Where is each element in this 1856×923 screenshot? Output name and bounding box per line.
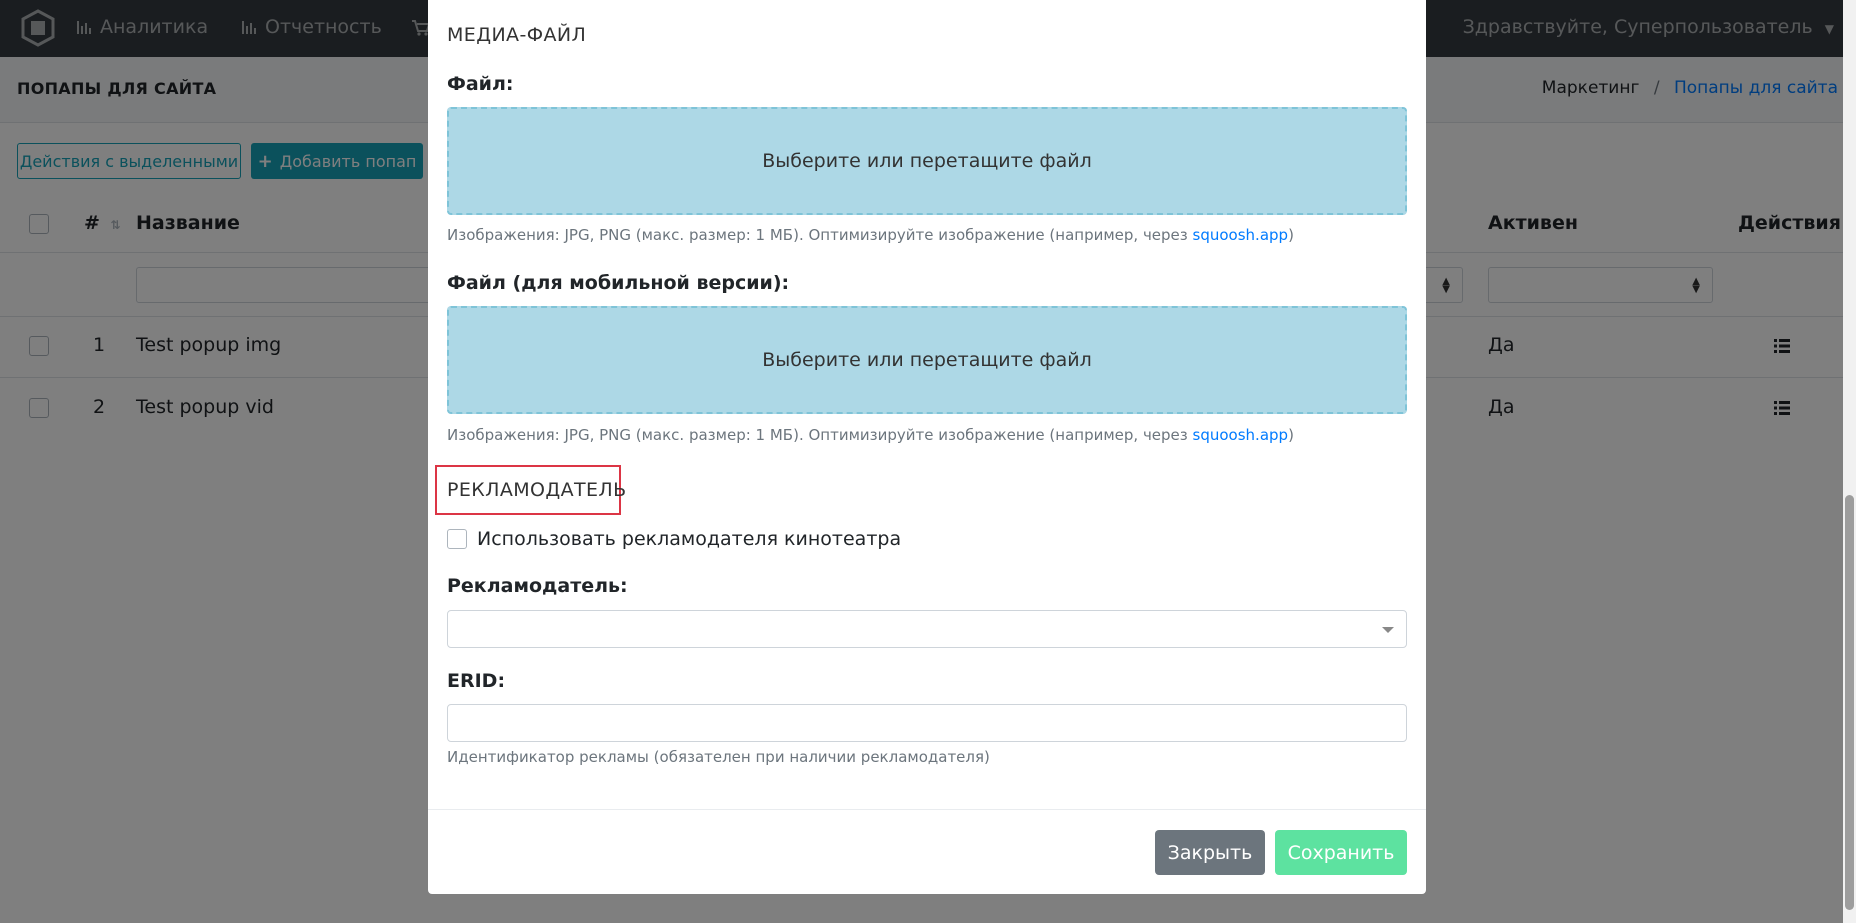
squoosh-link[interactable]: squoosh.app — [1193, 426, 1289, 444]
hint-text: Изображения: JPG, PNG (макс. размер: 1 М… — [447, 226, 1193, 244]
advertiser-section-title: РЕКЛАМОДАТЕЛЬ — [447, 479, 627, 501]
squoosh-link[interactable]: squoosh.app — [1193, 226, 1289, 244]
dropzone-text: Выберите или перетащите файл — [762, 150, 1092, 172]
modal-footer-divider — [428, 809, 1426, 810]
file-hint: Изображения: JPG, PNG (макс. размер: 1 М… — [447, 226, 1294, 244]
popup-edit-modal: МЕДИА-ФАЙЛ Файл: Выберите или перетащите… — [428, 0, 1426, 894]
mobile-file-dropzone[interactable]: Выберите или перетащите файл — [447, 306, 1407, 414]
dropzone-text: Выберите или перетащите файл — [762, 349, 1092, 371]
mobile-file-label: Файл (для мобильной версии): — [447, 272, 790, 294]
advertiser-select[interactable] — [447, 610, 1407, 648]
scrollbar-thumb[interactable] — [1845, 495, 1854, 910]
hint-close: ) — [1288, 226, 1294, 244]
checkbox-label: Использовать рекламодателя кинотеатра — [477, 528, 902, 550]
use-cinema-advertiser-checkbox[interactable]: Использовать рекламодателя кинотеатра — [447, 528, 901, 550]
erid-label: ERID: — [447, 670, 506, 692]
erid-input[interactable] — [447, 704, 1407, 742]
save-button[interactable]: Сохранить — [1275, 830, 1407, 875]
media-section-title: МЕДИА-ФАЙЛ — [447, 24, 587, 46]
scrollbar[interactable] — [1843, 0, 1856, 923]
chevron-down-icon — [1382, 627, 1394, 633]
advertiser-label: Рекламодатель: — [447, 575, 628, 597]
erid-hint: Идентификатор рекламы (обязателен при на… — [447, 748, 990, 766]
hint-text: Изображения: JPG, PNG (макс. размер: 1 М… — [447, 426, 1193, 444]
file-dropzone[interactable]: Выберите или перетащите файл — [447, 107, 1407, 215]
close-button[interactable]: Закрыть — [1155, 830, 1265, 875]
hint-close: ) — [1288, 426, 1294, 444]
mobile-file-hint: Изображения: JPG, PNG (макс. размер: 1 М… — [447, 426, 1294, 444]
file-label: Файл: — [447, 73, 514, 95]
checkbox-box[interactable] — [447, 529, 467, 549]
